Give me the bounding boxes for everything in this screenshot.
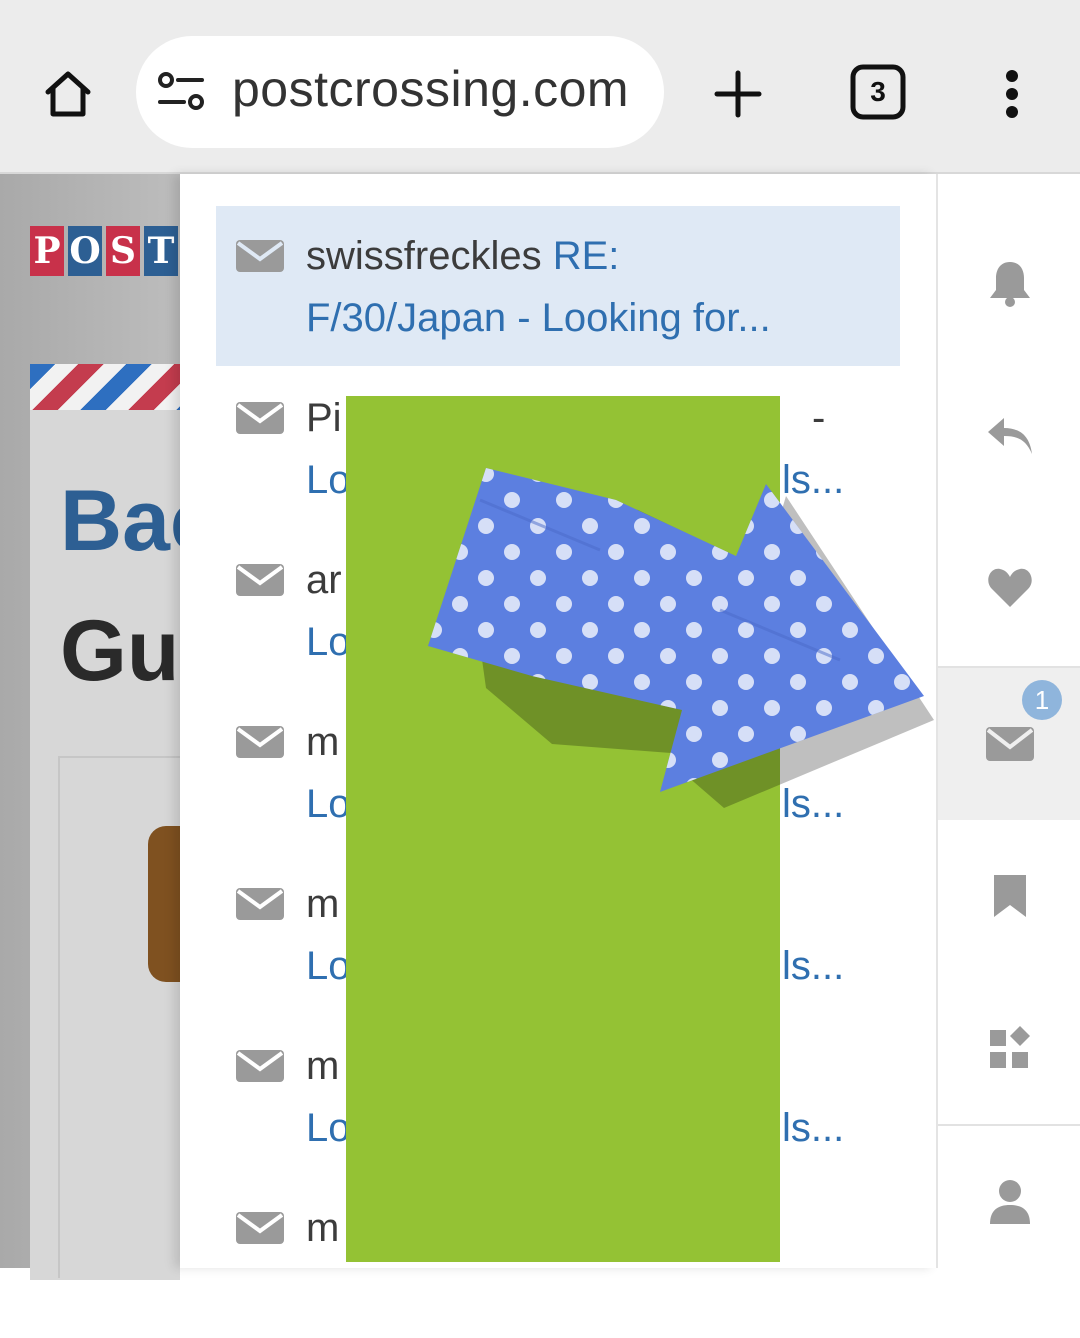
message-sender: ar: [306, 558, 342, 602]
message-sender: m: [306, 1044, 340, 1088]
arrow-sticker-icon: [428, 468, 934, 808]
envelope-icon: [236, 564, 284, 596]
more-options-icon[interactable]: [988, 62, 1036, 126]
bookmark-icon: [994, 875, 1026, 917]
message-subject[interactable]: Lo: [306, 1106, 351, 1151]
message-header-fragment: -: [812, 396, 826, 440]
address-bar[interactable]: postcrossing.com: [136, 36, 664, 148]
message-subject-fragment[interactable]: ls...: [782, 944, 844, 989]
message-sender: m: [306, 720, 340, 764]
home-icon[interactable]: [36, 62, 100, 126]
heart-icon: [988, 568, 1032, 607]
browser-toolbar: postcrossing.com 3: [0, 0, 1080, 174]
envelope-icon: [236, 1212, 284, 1244]
airmail-stripe: [30, 364, 180, 410]
reply-icon: [988, 418, 1032, 454]
envelope-icon: [236, 726, 284, 758]
url-text[interactable]: postcrossing.com: [232, 60, 629, 118]
envelope-icon: [236, 888, 284, 920]
tab-count: 3: [870, 76, 886, 107]
right-icon-rail: 1: [936, 174, 1080, 1268]
message-header: swissfreckles RE:: [306, 234, 619, 279]
message-sender: swissfreckles: [306, 234, 542, 278]
message-subject[interactable]: Lo: [306, 620, 351, 665]
message-subject[interactable]: Lo: [306, 944, 351, 989]
envelope-icon: [236, 240, 284, 272]
logo-letter: O: [68, 226, 102, 276]
tab-switcher-button[interactable]: 3: [848, 62, 908, 122]
site-settings-icon[interactable]: [156, 68, 208, 116]
message-subject-fragment[interactable]: ls...: [782, 1106, 844, 1151]
message-subject-start[interactable]: RE:: [553, 234, 620, 278]
envelope-icon: [236, 402, 284, 434]
widgets-icon: [990, 1026, 1030, 1068]
postcrossing-logo: P O S T: [30, 226, 178, 276]
envelope-icon: [236, 1050, 284, 1082]
message-subject[interactable]: F/30/Japan - Looking for...: [306, 296, 771, 341]
user-icon: [990, 1180, 1030, 1224]
unread-badge: 1: [1022, 680, 1062, 720]
bell-icon: [990, 262, 1030, 307]
message-sender: Pi: [306, 396, 342, 440]
new-tab-icon[interactable]: [706, 62, 770, 126]
logo-letter: P: [30, 226, 64, 276]
favorites-button[interactable]: [938, 512, 1080, 664]
logo-letter: S: [106, 226, 140, 276]
saved-button[interactable]: [938, 820, 1080, 972]
messages-button[interactable]: 1: [938, 668, 1080, 820]
profile-button[interactable]: [938, 1126, 1080, 1278]
message-subject[interactable]: Lo: [306, 458, 351, 503]
message-sender: m: [306, 882, 340, 926]
widgets-button[interactable]: [938, 972, 1080, 1124]
replies-button[interactable]: [938, 360, 1080, 512]
mail-icon: [986, 727, 1034, 761]
message-item[interactable]: swissfreckles RE: F/30/Japan - Looking f…: [216, 206, 900, 366]
message-sender: m: [306, 1206, 340, 1250]
logo-letter: T: [144, 226, 178, 276]
message-subject[interactable]: Lo: [306, 782, 351, 827]
notifications-button[interactable]: [938, 208, 1080, 360]
